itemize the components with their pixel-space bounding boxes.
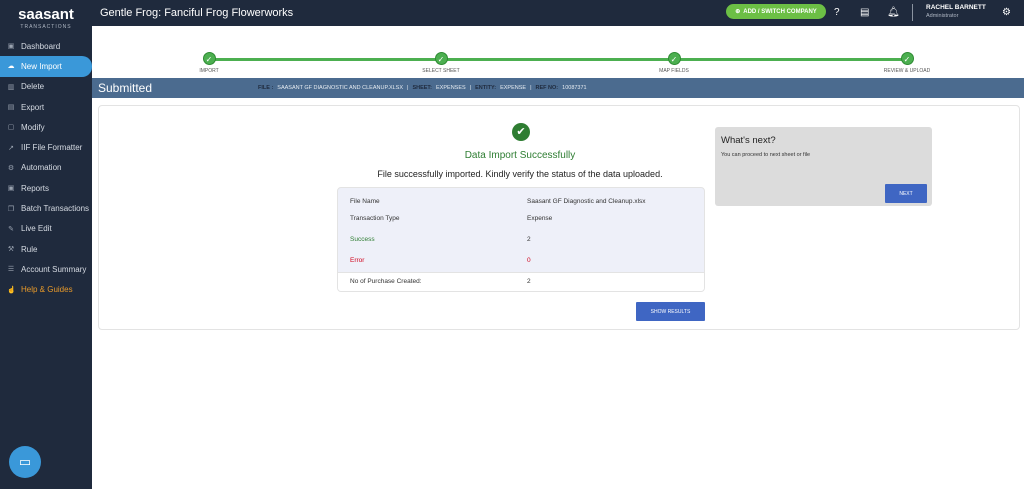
chat-button[interactable]: ▭ bbox=[9, 446, 41, 478]
sidebar-item-rule[interactable]: ⚒ Rule bbox=[0, 239, 92, 259]
whats-next-panel: What's next? You can proceed to next she… bbox=[715, 127, 932, 206]
check-icon: ✓ bbox=[434, 52, 448, 65]
success-heading: Data Import Successfully bbox=[464, 150, 576, 161]
next-button[interactable]: NEXT bbox=[885, 184, 927, 203]
file-edit-icon: ▢ bbox=[7, 124, 15, 132]
reports-icon: ▣ bbox=[7, 185, 15, 193]
sidebar-item-delete[interactable]: ▥ Delete bbox=[0, 77, 92, 97]
success-message: File successfully imported. Kindly verif… bbox=[377, 169, 663, 179]
show-results-button[interactable]: SHOW RESULTS bbox=[636, 302, 705, 321]
user-menu[interactable]: RACHEL BARNETT Administrator bbox=[926, 4, 986, 19]
dashboard-icon: ▣ bbox=[7, 43, 15, 51]
gavel-icon: ⚒ bbox=[7, 246, 15, 254]
step-import: ✓ IMPORT bbox=[169, 52, 249, 74]
sidebar-item-account-summary[interactable]: ☰ Account Summary bbox=[0, 259, 92, 279]
top-header: Gentle Frog: Fanciful Frog Flowerworks ⊕… bbox=[92, 0, 1024, 26]
check-icon: ✓ bbox=[900, 52, 914, 65]
check-icon: ✓ bbox=[667, 52, 681, 65]
divider bbox=[912, 4, 913, 21]
export-icon: ▤ bbox=[7, 104, 15, 112]
sidebar-item-modify[interactable]: ▢ Modify bbox=[0, 117, 92, 137]
sidebar-item-export[interactable]: ▤ Export bbox=[0, 97, 92, 117]
bell-icon[interactable]: 🔔︎ bbox=[887, 7, 900, 18]
company-title: Gentle Frog: Fanciful Frog Flowerworks bbox=[100, 7, 294, 19]
copy-icon: ❐ bbox=[7, 205, 15, 213]
import-meta: FILE : SAASANT GF DIAGNOSTIC AND CLEANUP.… bbox=[258, 85, 587, 91]
sidebar-item-automation[interactable]: ⚙ Automation bbox=[0, 158, 92, 178]
gears-icon: ⚙ bbox=[7, 164, 15, 172]
step-select-sheet: ✓ SELECT SHEET bbox=[401, 52, 481, 74]
progress-line bbox=[209, 58, 907, 61]
sidebar: saasant TRANSACTIONS ▣ Dashboard ☁ New Impor… bbox=[0, 0, 92, 489]
help-icon[interactable]: ? bbox=[834, 7, 840, 18]
sidebar-item-dashboard[interactable]: ▣ Dashboard bbox=[0, 36, 92, 56]
step-review-upload: ✓ REVIEW & UPLOAD bbox=[867, 52, 947, 74]
result-table: File Name Saasant GF Diagnostic and Clean… bbox=[337, 187, 705, 292]
status-bar: Submitted FILE : SAASANT GF DIAGNOSTIC AN… bbox=[92, 78, 1024, 98]
add-switch-company-button[interactable]: ⊕ ADD / SWITCH COMPANY bbox=[726, 4, 826, 19]
sidebar-item-help-guides[interactable]: ☝ Help & Guides bbox=[0, 280, 92, 300]
trash-icon: ▥ bbox=[7, 83, 15, 91]
logo[interactable]: saasant TRANSACTIONS bbox=[0, 0, 92, 36]
document-icon[interactable]: ▤ bbox=[860, 7, 869, 18]
plus-circle-icon: ⊕ bbox=[735, 9, 741, 15]
import-stepper: ✓ IMPORT ✓ SELECT SHEET ✓ MAP FIELDS ✓ REVIEW &… bbox=[92, 26, 1024, 78]
sidebar-item-live-edit[interactable]: ✎ Live Edit bbox=[0, 219, 92, 239]
sidebar-item-reports[interactable]: ▣ Reports bbox=[0, 178, 92, 198]
cloud-upload-icon: ☁ bbox=[7, 63, 15, 71]
sidebar-item-batch-transactions[interactable]: ❐ Batch Transactions bbox=[0, 198, 92, 218]
status-title: Submitted bbox=[98, 81, 153, 95]
sidebar-item-new-import[interactable]: ☁ New Import bbox=[0, 56, 92, 77]
pencil-icon: ✎ bbox=[8, 225, 14, 233]
external-link-icon: ↗ bbox=[8, 144, 14, 152]
thumbs-up-icon: ☝ bbox=[7, 286, 16, 294]
step-map-fields: ✓ MAP FIELDS bbox=[634, 52, 714, 74]
list-icon: ☰ bbox=[7, 266, 15, 274]
chat-icon: ▭ bbox=[18, 454, 32, 469]
sidebar-item-iif-file-formatter[interactable]: ↗ IIF File Formatter bbox=[0, 137, 92, 157]
success-check-icon: ✔ bbox=[512, 123, 530, 141]
check-icon: ✓ bbox=[202, 52, 216, 65]
settings-gear-icon[interactable]: ⚙ bbox=[1002, 7, 1011, 18]
